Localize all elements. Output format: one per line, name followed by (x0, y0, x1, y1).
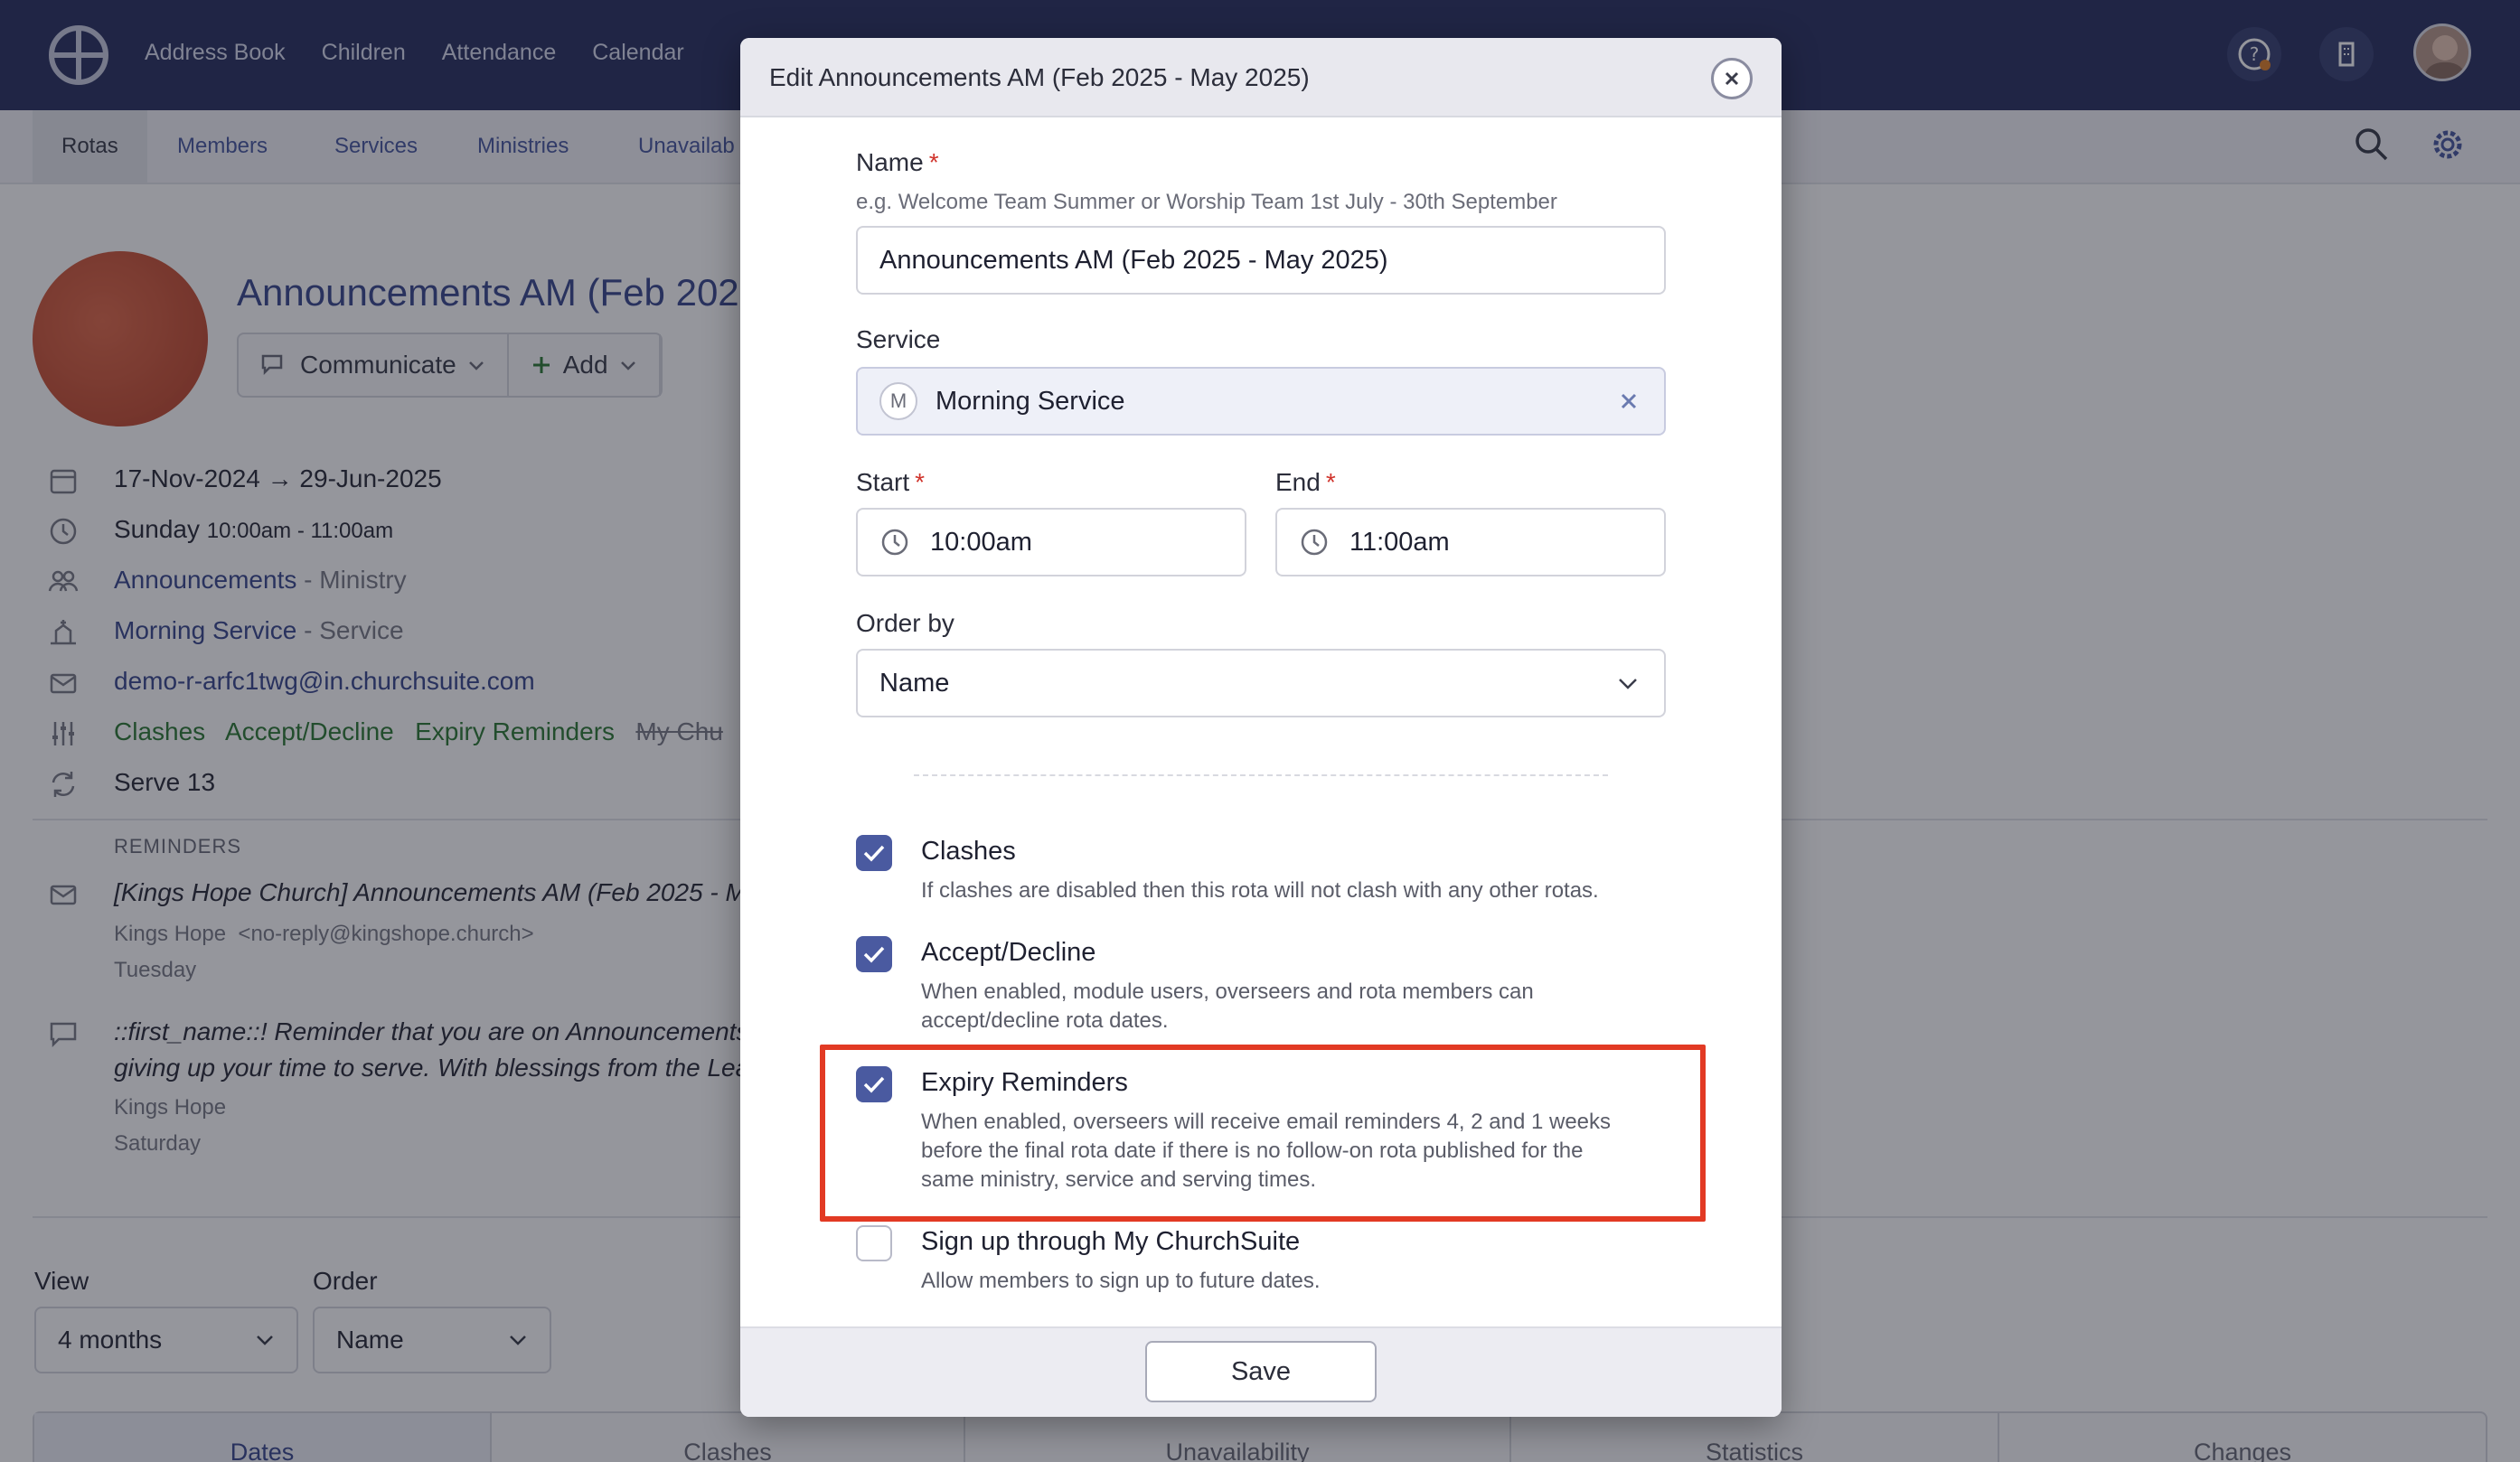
clashes-checkbox[interactable] (856, 835, 892, 871)
expiry-reminders-highlight-box (820, 1045, 1706, 1222)
start-label: Start * (856, 468, 926, 496)
clock-icon (881, 529, 908, 556)
end-label: End * (1275, 468, 1336, 496)
chevron-down-icon (1619, 679, 1637, 689)
checkmark-icon (863, 845, 885, 862)
accept-decline-description: When enabled, module users, overseers an… (921, 979, 1534, 1033)
clear-icon[interactable] (1619, 391, 1639, 411)
clashes-description: If clashes are disabled then this rota w… (921, 878, 1599, 903)
name-help-text: e.g. Welcome Team Summer or Worship Team… (856, 190, 1557, 214)
order-by-select[interactable]: Name (856, 649, 1666, 717)
clashes-title: Clashes (921, 837, 1016, 866)
sign-up-title: Sign up through My ChurchSuite (921, 1227, 1301, 1256)
end-time-input[interactable]: 11:00am (1275, 508, 1666, 576)
save-button[interactable]: Save (1145, 1341, 1377, 1402)
accept-decline-title: Accept/Decline (921, 938, 1096, 967)
modal-title: Edit Announcements AM (Feb 2025 - May 20… (769, 63, 1310, 91)
close-button[interactable] (1711, 58, 1753, 99)
edit-rota-modal: Edit Announcements AM (Feb 2025 - May 20… (740, 38, 1782, 1417)
clock-icon (1301, 529, 1328, 556)
service-label: Service (856, 325, 941, 353)
name-input[interactable]: Announcements AM (Feb 2025 - May 2025) (856, 226, 1666, 295)
modal-footer: Save (740, 1326, 1782, 1417)
service-select[interactable]: M Morning Service (856, 367, 1666, 436)
close-icon (1725, 71, 1739, 86)
checkmark-icon (863, 946, 885, 963)
name-label: Name * (856, 148, 939, 176)
accept-decline-checkbox[interactable] (856, 936, 892, 972)
modal-header: Edit Announcements AM (Feb 2025 - May 20… (740, 38, 1782, 117)
sign-up-description: Allow members to sign up to future dates… (921, 1269, 1321, 1293)
section-divider (914, 774, 1608, 776)
start-time-input[interactable]: 10:00am (856, 508, 1246, 576)
sign-up-checkbox[interactable] (856, 1225, 892, 1261)
service-initial-badge: M (879, 382, 917, 420)
order-by-label: Order by (856, 609, 954, 637)
